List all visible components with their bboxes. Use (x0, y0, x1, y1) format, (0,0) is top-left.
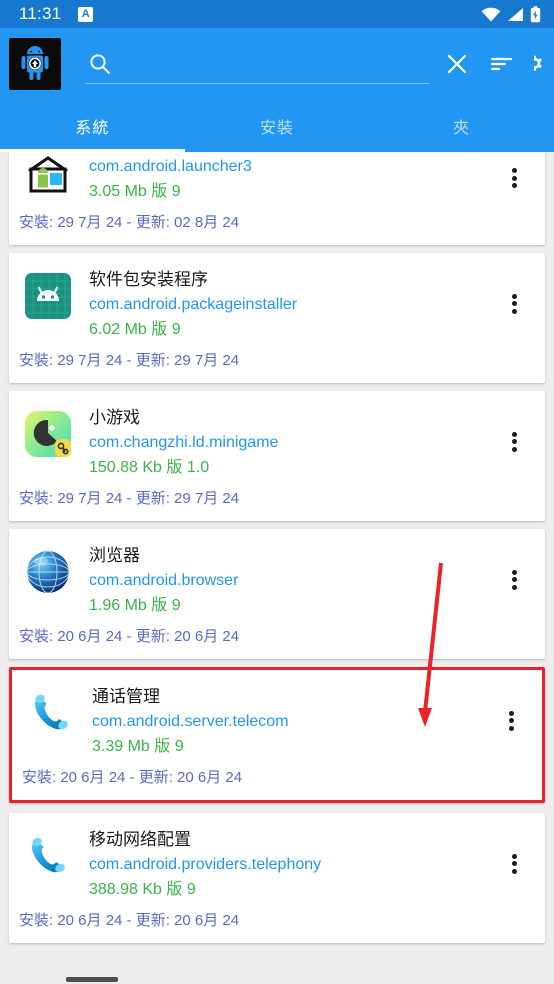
app-name: 浏览器 (89, 546, 140, 565)
app-info: 软件包安装程序 com.android.packageinstaller 6.0… (89, 265, 493, 342)
app-dates: 安裝: 20 6月 24 - 更新: 20 6月 24 (19, 912, 240, 929)
app-list-item[interactable]: 移动网络配置 com.android.providers.telephony 3… (9, 813, 545, 943)
input-method-badge-icon: A (78, 6, 94, 22)
wifi-icon (481, 7, 501, 21)
app-logo-icon (9, 38, 61, 90)
app-package: com.changzhi.ld.minigame (89, 434, 279, 451)
kebab-icon (508, 708, 514, 733)
app-info: 通话管理 com.android.server.telecom 3.39 Mb … (92, 682, 490, 759)
app-list-item-highlighted[interactable]: 通话管理 com.android.server.telecom 3.39 Mb … (9, 667, 545, 803)
phone-handset-icon (22, 684, 80, 742)
tab-installed[interactable]: 安裝 (185, 100, 370, 152)
sort-icon (490, 57, 513, 71)
overflow-menu-button[interactable] (493, 541, 535, 618)
app-toolbar (0, 28, 554, 100)
launcher-icon (19, 152, 77, 204)
close-icon (447, 54, 467, 74)
search-field[interactable] (85, 38, 429, 90)
overflow-menu-button[interactable] (493, 152, 535, 204)
tab-system-label: 系統 (75, 120, 110, 137)
app-info: com.android.launcher3 3.05 Mb 版 9 (89, 152, 493, 204)
app-size: 3.05 Mb 版 9 (89, 183, 181, 200)
kebab-icon (511, 851, 517, 876)
kebab-icon (511, 429, 517, 454)
app-row: 小游戏 com.changzhi.ld.minigame 150.88 Kb 版… (9, 391, 545, 486)
app-list-item[interactable]: 小游戏 com.changzhi.ld.minigame 150.88 Kb 版… (9, 391, 545, 521)
app-package: com.android.launcher3 (89, 158, 252, 175)
app-info: 浏览器 com.android.browser 1.96 Mb 版 9 (89, 541, 493, 618)
app-row: 通话管理 com.android.server.telecom 3.39 Mb … (12, 670, 542, 765)
tab-folder-label: 夾 (453, 120, 471, 137)
app-row: com.android.launcher3 3.05 Mb 版 9 (9, 152, 545, 210)
app-row: 移动网络配置 com.android.providers.telephony 3… (9, 813, 545, 908)
phone-handset-icon (19, 827, 77, 885)
search-input[interactable] (115, 44, 429, 84)
package-installer-icon (19, 267, 77, 325)
app-list[interactable]: com.android.launcher3 3.05 Mb 版 9 安裝: 29… (0, 152, 554, 984)
app-row: 软件包安装程序 com.android.packageinstaller 6.0… (9, 253, 545, 348)
app-dates: 安裝: 29 7月 24 - 更新: 02 8月 24 (19, 214, 240, 231)
app-info: 小游戏 com.changzhi.ld.minigame 150.88 Kb 版… (89, 403, 493, 480)
app-package: com.android.packageinstaller (89, 296, 298, 313)
app-size: 150.88 Kb 版 1.0 (89, 459, 210, 476)
app-name: 移动网络配置 (89, 830, 191, 849)
app-dates: 安裝: 20 6月 24 - 更新: 20 6月 24 (19, 628, 240, 645)
tab-bar: 系統 安裝 夾 (0, 100, 554, 152)
app-info: 移动网络配置 com.android.providers.telephony 3… (89, 825, 493, 902)
tab-folder[interactable]: 夾 (369, 100, 554, 152)
app-list-item[interactable]: 软件包安装程序 com.android.packageinstaller 6.0… (9, 253, 545, 383)
status-bar-clock: 11:31 (19, 4, 62, 23)
overflow-menu-button[interactable] (493, 403, 535, 480)
app-dates: 安裝: 29 7月 24 - 更新: 29 7月 24 (19, 352, 240, 369)
app-package: com.android.server.telecom (92, 713, 289, 730)
kebab-icon (511, 567, 517, 592)
search-underline (85, 83, 429, 84)
overflow-menu-button[interactable] (493, 825, 535, 902)
app-row: 浏览器 com.android.browser 1.96 Mb 版 9 (9, 529, 545, 624)
app-dates: 安裝: 29 7月 24 - 更新: 29 7月 24 (19, 490, 240, 507)
app-name: 小游戏 (89, 408, 140, 427)
app-size: 6.02 Mb 版 9 (89, 321, 181, 338)
status-bar-icons (481, 5, 545, 23)
tab-installed-label: 安裝 (260, 120, 295, 137)
sort-button[interactable] (479, 38, 523, 90)
search-icon (85, 52, 115, 76)
overflow-menu-button[interactable] (490, 682, 532, 759)
app-list-item[interactable]: 浏览器 com.android.browser 1.96 Mb 版 9 安裝: … (9, 529, 545, 659)
settings-button[interactable] (523, 38, 545, 90)
navigation-home-indicator[interactable] (66, 977, 118, 982)
app-list-item[interactable]: com.android.launcher3 3.05 Mb 版 9 安裝: 29… (9, 152, 545, 245)
browser-globe-icon (19, 543, 77, 601)
app-name: 软件包安装程序 (89, 270, 208, 289)
kebab-icon (511, 291, 517, 316)
app-package: com.android.providers.telephony (89, 856, 322, 873)
tab-system[interactable]: 系統 (0, 100, 185, 152)
clear-search-button[interactable] (435, 38, 479, 90)
battery-charging-icon (530, 5, 541, 22)
app-package: com.android.browser (89, 572, 239, 589)
app-dates: 安裝: 20 6月 24 - 更新: 20 6月 24 (22, 769, 243, 786)
app-screen: 11:31 A 系統 安裝 夾 com.android.launcher3 3.… (0, 0, 554, 984)
app-size: 1.96 Mb 版 9 (89, 597, 181, 614)
minigame-icon (19, 405, 77, 463)
app-size: 388.98 Kb 版 9 (89, 881, 196, 898)
kebab-icon (511, 166, 517, 191)
overflow-menu-button[interactable] (493, 265, 535, 342)
gear-icon (531, 55, 542, 71)
app-size: 3.39 Mb 版 9 (92, 738, 184, 755)
status-bar: 11:31 A (0, 0, 554, 28)
app-name: 通话管理 (92, 687, 160, 706)
signal-icon (508, 7, 523, 21)
